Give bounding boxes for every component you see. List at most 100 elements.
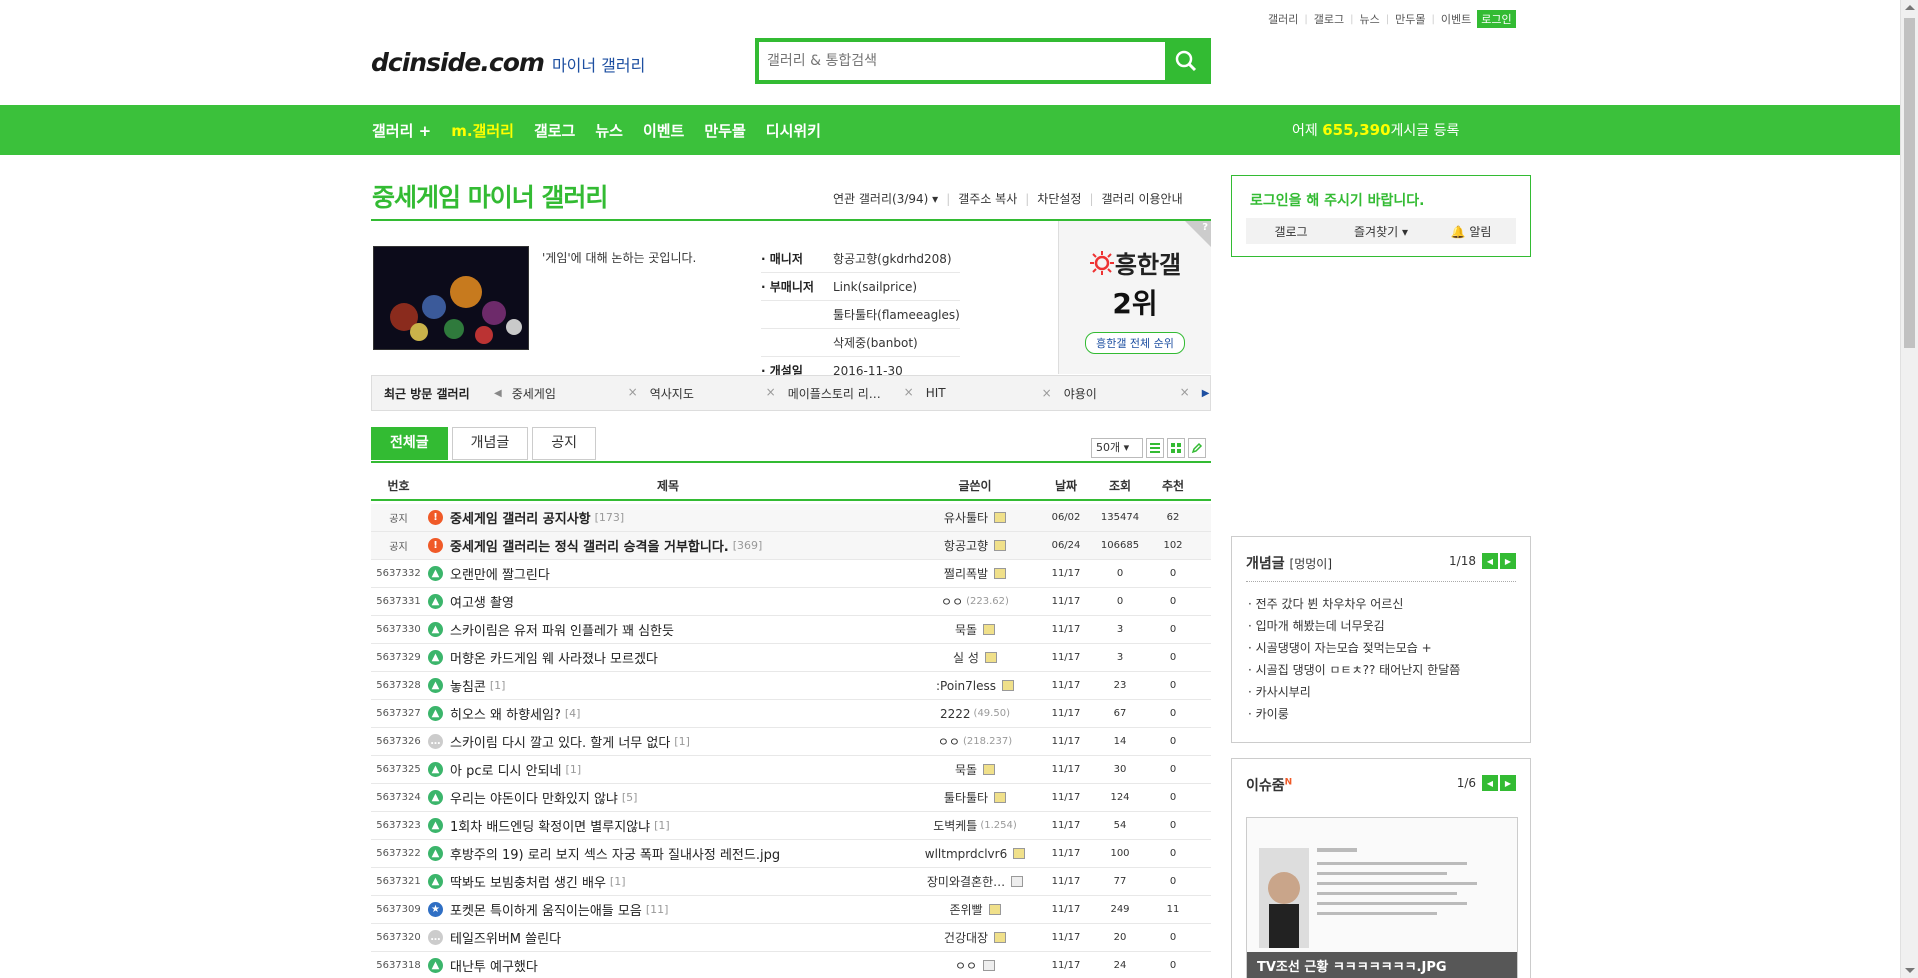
writer-name[interactable]: 유사툴타 xyxy=(944,509,988,526)
post-subject[interactable]: ▲ 아 pc로 디시 안되네 [1] xyxy=(426,760,910,779)
writer-name[interactable]: 쩔리폭발 xyxy=(944,565,988,582)
post-writer[interactable]: 유사툴타 xyxy=(910,509,1040,526)
post-subject[interactable]: … 테일즈위버M 쓸린다 xyxy=(426,928,910,947)
recent-item[interactable]: HIT × xyxy=(920,386,1058,400)
table-row[interactable]: 5637309 ★ 포켓몬 특이하게 움직이는애들 모음 [11] 존위빨 11/17 24… xyxy=(371,896,1211,924)
post-writer[interactable]: 항공고향 xyxy=(910,537,1040,554)
post-title[interactable]: 오랜만에 짤그린다 xyxy=(450,564,550,583)
copy-address-button[interactable]: 갤주소 복사 xyxy=(958,190,1017,207)
tab-all[interactable]: 전체글 xyxy=(371,427,448,460)
post-writer[interactable]: 묵돌 xyxy=(910,621,1040,638)
comment-count[interactable]: [11] xyxy=(646,903,669,916)
post-subject[interactable]: … 스카이림 다시 깔고 있다. 할게 너무 없다 [1] xyxy=(426,732,910,751)
post-subject[interactable]: ▲ 히오스 왜 하향세임? [4] xyxy=(426,704,910,723)
tab-notice[interactable]: 공지 xyxy=(532,427,597,460)
gallog-button[interactable]: 갤로그 xyxy=(1246,223,1336,240)
post-title[interactable]: 테일즈위버M 쓸린다 xyxy=(450,928,561,947)
writer-name[interactable]: 도벽케틀 xyxy=(933,817,977,834)
post-writer[interactable]: 장미와결혼한… xyxy=(910,873,1040,890)
scroll-up-icon[interactable] xyxy=(1905,5,1915,10)
table-row[interactable]: 공지! 중세게임 갤러리는 정식 갤러리 승격을 거부합니다. [369] 항공고향 0… xyxy=(371,532,1211,560)
writer-name[interactable]: ㅇㅇ xyxy=(938,733,960,750)
table-row[interactable]: 5637324 ▲ 우리는 야돈이다 만화있지 않냐 [5] 툴타툴타 11/17 124 0 xyxy=(371,784,1211,812)
table-row[interactable]: 5637330 ▲ 스카이림은 유저 파워 인플레가 꽤 심한듯 묵돌 11/17 3 0 xyxy=(371,616,1211,644)
table-row[interactable]: 5637331 ▲ 여고생 촬영 ㅇㅇ (223.62) 11/17 0 0 xyxy=(371,588,1211,616)
issue-image[interactable]: TV조선 근황 ㅋㅋㅋㅋㅋㅋㅋ.JPG xyxy=(1246,817,1518,978)
concept-item[interactable]: 전주 갔다 뷘 차우차우 어르신 xyxy=(1248,593,1460,615)
write-button[interactable] xyxy=(1188,438,1206,458)
comment-count[interactable]: [1] xyxy=(490,679,506,692)
table-row[interactable]: 5637327 ▲ 히오스 왜 하향세임? [4] 2222 (49.50) 11/17 67… xyxy=(371,700,1211,728)
util-link-gallery[interactable]: 갤러리 xyxy=(1268,11,1298,27)
post-title[interactable]: 스카이림은 유저 파워 인플레가 꽤 심한듯 xyxy=(450,620,674,639)
submanager-name[interactable]: Link(sailprice) xyxy=(833,277,917,297)
util-link-gallog[interactable]: 갤로그 xyxy=(1314,11,1344,27)
post-writer[interactable]: ㅇㅇ (223.62) xyxy=(910,593,1040,610)
comment-count[interactable]: [1] xyxy=(566,763,582,776)
post-subject[interactable]: ▲ 스카이림은 유저 파워 인플레가 꽤 심한듯 xyxy=(426,620,910,639)
next-arrow-icon[interactable]: ▶ xyxy=(1202,388,1210,399)
tab-concept[interactable]: 개념글 xyxy=(451,427,529,460)
recent-item[interactable]: 메이플스토리 리… × xyxy=(782,385,920,402)
post-writer[interactable]: 툴타툴타 xyxy=(910,789,1040,806)
scroll-down-icon[interactable] xyxy=(1905,968,1915,973)
table-row[interactable]: 5637321 ▲ 딱봐도 보빔충처럼 생긴 배우 [1] 장미와결혼한… 11/17 77… xyxy=(371,868,1211,896)
block-settings-button[interactable]: 차단설정 xyxy=(1037,190,1081,207)
post-writer[interactable]: ㅇㅇ (218.237) xyxy=(910,733,1040,750)
comment-count[interactable]: [4] xyxy=(565,707,581,720)
table-row[interactable]: 5637325 ▲ 아 pc로 디시 안되네 [1] 묵돌 11/17 30 0 xyxy=(371,756,1211,784)
next-icon[interactable]: ▶ xyxy=(1500,775,1516,791)
post-writer[interactable]: ㅇㅇ xyxy=(910,957,1040,974)
post-title[interactable]: 포켓몬 특이하게 움직이는애들 모음 xyxy=(450,900,642,919)
post-writer[interactable]: :Poin7less xyxy=(910,679,1040,693)
post-writer[interactable]: 도벽케틀 (1.254) xyxy=(910,817,1040,834)
post-title[interactable]: 여고생 촬영 xyxy=(450,592,514,611)
post-title[interactable]: 1회차 배드엔딩 확정이면 별루지않냐 xyxy=(450,816,650,835)
post-title[interactable]: 스카이림 다시 깔고 있다. 할게 너무 없다 xyxy=(450,732,670,751)
concept-item[interactable]: 시골댕댕이 자는모습 젖먹는모습 + xyxy=(1248,637,1460,659)
post-writer[interactable]: 쩔리폭발 xyxy=(910,565,1040,582)
concept-item[interactable]: 시골집 댕댕이 ㅁㅌㅊ?? 태어난지 한달쯤 xyxy=(1248,659,1461,681)
writer-name[interactable]: 묵돌 xyxy=(955,761,977,778)
login-message[interactable]: 로그인을 해 주시기 바랍니다. xyxy=(1250,190,1530,210)
manager-name[interactable]: 항공고향(gkdrhd208) xyxy=(833,249,952,269)
post-title[interactable]: 중세게임 갤러리 공지사항 xyxy=(450,508,591,527)
comment-count[interactable]: [1] xyxy=(674,735,690,748)
post-writer[interactable]: 존위빨 xyxy=(910,901,1040,918)
close-icon[interactable]: × xyxy=(1180,385,1190,402)
writer-name[interactable]: 묵돌 xyxy=(955,621,977,638)
grid-view-button[interactable] xyxy=(1167,438,1185,458)
post-writer[interactable]: wlltmprdclvr6 xyxy=(910,847,1040,861)
recent-item[interactable]: 역사지도 × xyxy=(644,385,782,402)
post-title[interactable]: 후방주의 19) 로리 보지 섹스 자궁 폭파 질내사정 레전드.jpg xyxy=(450,844,780,863)
post-title[interactable]: 중세게임 갤러리는 정식 갤러리 승격을 거부합니다. xyxy=(450,536,729,555)
close-icon[interactable]: × xyxy=(628,385,638,402)
nav-event[interactable]: 이벤트 xyxy=(643,120,684,141)
table-row[interactable]: 5637328 ▲ 놓침콘 [1]:Poin7less 11/17 23 0 xyxy=(371,672,1211,700)
post-subject[interactable]: ! 중세게임 갤러리는 정식 갤러리 승격을 거부합니다. [369] xyxy=(426,536,910,555)
comment-count[interactable]: [1] xyxy=(610,875,626,888)
post-title[interactable]: 머향온 카드게임 웨 사라졌나 모르겠다 xyxy=(450,648,658,667)
writer-name[interactable]: ㅇㅇ xyxy=(955,957,977,974)
search-button[interactable] xyxy=(1165,42,1207,80)
prev-icon[interactable]: ◀ xyxy=(1482,775,1498,791)
recent-item[interactable]: 중세게임 × xyxy=(506,385,644,402)
comment-count[interactable]: [5] xyxy=(622,791,638,804)
nav-wiki[interactable]: 디시위키 xyxy=(766,120,821,141)
submanager-name[interactable]: 툴타툴타(flameeagles) xyxy=(833,305,960,325)
table-row[interactable]: 5637320 … 테일즈위버M 쓸린다 건강대장 11/17 20 0 xyxy=(371,924,1211,952)
submanager-name[interactable]: 삭제중(banbot) xyxy=(833,333,918,353)
post-subject[interactable]: ▲ 여고생 촬영 xyxy=(426,592,910,611)
writer-name[interactable]: 존위빨 xyxy=(949,901,982,918)
nav-mall[interactable]: 만두몰 xyxy=(704,120,745,141)
writer-name[interactable]: 건강대장 xyxy=(944,929,988,946)
writer-name[interactable]: 실 성 xyxy=(953,649,979,666)
post-writer[interactable]: 2222 (49.50) xyxy=(910,707,1040,721)
table-row[interactable]: 5637318 ▲ 대난투 예구했다 ㅇㅇ 11/17 24 0 xyxy=(371,952,1211,978)
post-title[interactable]: 아 pc로 디시 안되네 xyxy=(450,760,562,779)
close-icon[interactable]: × xyxy=(1042,386,1052,400)
post-subject[interactable]: ★ 포켓몬 특이하게 움직이는애들 모음 [11] xyxy=(426,900,910,919)
nav-gallog[interactable]: 갤로그 xyxy=(534,120,575,141)
prev-arrow-icon[interactable]: ◀ xyxy=(494,388,502,399)
table-row[interactable]: 5637329 ▲ 머향온 카드게임 웨 사라졌나 모르겠다 실 성 11/17 3 0 xyxy=(371,644,1211,672)
